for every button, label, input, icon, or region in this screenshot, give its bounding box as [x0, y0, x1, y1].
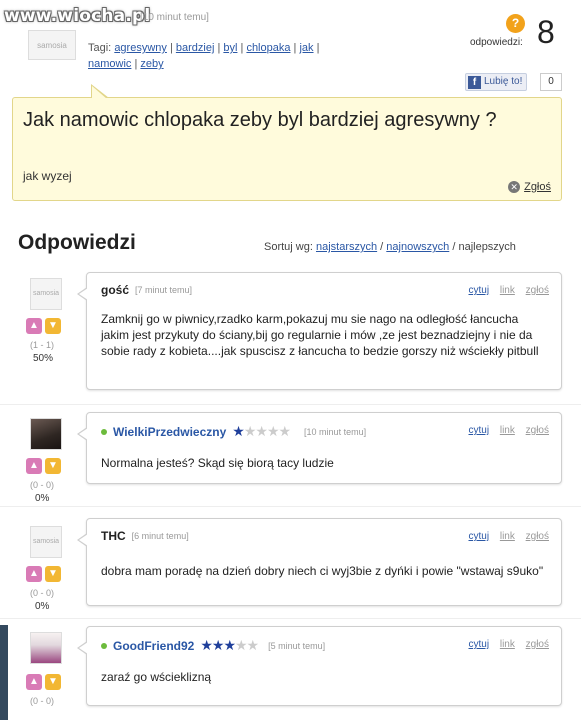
- quote-link[interactable]: cytuj: [469, 531, 490, 542]
- thumb-down-icon[interactable]: ▼: [45, 674, 61, 690]
- rank-stars: ★★★★★: [232, 423, 291, 439]
- answer-card: THC [6 minut temu] cytuj link zgłoś dobr…: [77, 518, 562, 606]
- thumb-up-icon[interactable]: ▲: [26, 458, 42, 474]
- report-link[interactable]: zgłoś: [526, 285, 549, 296]
- sort-label: Sortuj wg:: [264, 241, 313, 253]
- answer-text: Normalna jesteś? Skąd się biorą tacy lud…: [101, 456, 334, 470]
- avatar: samosia: [30, 278, 62, 310]
- answers-count-label: odpowiedzi:: [470, 37, 523, 48]
- tag-link[interactable]: chlopaka: [246, 42, 290, 54]
- thumb-down-icon[interactable]: ▼: [45, 318, 61, 334]
- answer-card: WielkiPrzedwieczny ★★★★★ [10 minut temu]…: [77, 412, 562, 484]
- report-link[interactable]: zgłoś: [526, 425, 549, 436]
- report-label: Zgłoś: [524, 181, 551, 193]
- thumb-down-icon[interactable]: ▼: [45, 458, 61, 474]
- permalink-link[interactable]: link: [500, 425, 515, 436]
- online-status-icon: [101, 428, 107, 435]
- tag-link[interactable]: agresywny: [114, 42, 167, 54]
- sort-bar: Sortuj wg: najstarszych / najnowszych / …: [264, 241, 516, 253]
- vote-percent: 50%: [33, 353, 54, 364]
- vote-buttons: ▲ ▼: [26, 566, 61, 582]
- vote-tally: (0 - 0): [30, 480, 55, 490]
- vote-buttons: ▲ ▼: [26, 458, 61, 474]
- tag-link[interactable]: namowic: [88, 58, 131, 70]
- report-question-button[interactable]: ✕ Zgłoś: [508, 181, 551, 193]
- like-label: Lubię to!: [484, 76, 523, 87]
- report-link[interactable]: zgłoś: [526, 531, 549, 542]
- vote-percent: 0%: [35, 601, 50, 612]
- answer-time: [10 minut temu]: [304, 426, 367, 437]
- answer-text: zaraź go wścieklizną: [101, 670, 212, 684]
- vote-tally: (1 - 1): [30, 340, 55, 350]
- quote-link[interactable]: cytuj: [469, 639, 490, 650]
- answers-heading: Odpowiedzi: [18, 231, 136, 254]
- answer-author[interactable]: gość: [101, 283, 129, 297]
- page-edge: [0, 625, 8, 720]
- thumb-down-icon[interactable]: ▼: [45, 566, 61, 582]
- vote-buttons: ▲ ▼: [26, 318, 61, 334]
- avatar: [30, 418, 62, 450]
- tag-link[interactable]: jak: [299, 42, 313, 54]
- sort-newest-link[interactable]: najnowszych: [386, 241, 449, 253]
- divider: [0, 618, 581, 619]
- permalink-link[interactable]: link: [500, 639, 515, 650]
- answer-card: GoodFriend92 ★★★★★ [5 minut temu] cytuj …: [77, 626, 562, 706]
- answer-author[interactable]: THC: [101, 529, 126, 543]
- avatar: samosia: [30, 526, 62, 558]
- question-time: [10 minut temu]: [140, 12, 209, 23]
- vote-tally: (0 - 0): [30, 588, 55, 598]
- tag-link[interactable]: zeby: [140, 58, 163, 70]
- question-title: Jak namowic chlopaka zeby byl bardziej a…: [23, 109, 497, 131]
- answer-text: dobra mam poradę na dzień dobry niech ci…: [101, 564, 544, 578]
- answer-time: [5 minut temu]: [268, 640, 326, 651]
- quote-link[interactable]: cytuj: [469, 425, 490, 436]
- tag-link[interactable]: bardziej: [176, 42, 215, 54]
- divider: [0, 506, 581, 507]
- report-link[interactable]: zgłoś: [526, 639, 549, 650]
- asker-avatar: samosia: [28, 30, 76, 60]
- sort-best-label[interactable]: najlepszych: [458, 241, 515, 253]
- answer-time: [7 minut temu]: [135, 285, 193, 295]
- question-mark-icon: ?: [506, 14, 525, 33]
- answer-text: Zamknij go w piwnicy,rzadko karm,pokazuj…: [101, 312, 539, 358]
- permalink-link[interactable]: link: [500, 285, 515, 296]
- vote-buttons: ▲ ▼: [26, 674, 61, 690]
- sort-oldest-link[interactable]: najstarszych: [316, 241, 377, 253]
- tags-label: Tagi:: [88, 42, 112, 54]
- question-box: Jak namowic chlopaka zeby byl bardziej a…: [12, 84, 562, 201]
- avatar: [30, 632, 62, 664]
- answers-count: 8: [537, 14, 555, 50]
- question-body: jak wyzej: [23, 169, 72, 183]
- watermark: www.wiocha.pl: [4, 6, 151, 26]
- answer-time: [6 minut temu]: [131, 531, 189, 541]
- online-status-icon: [101, 642, 107, 649]
- vote-percent: 0%: [35, 493, 50, 504]
- divider: [0, 404, 581, 405]
- thumb-up-icon[interactable]: ▲: [26, 566, 42, 582]
- answer-author[interactable]: WielkiPrzedwieczny: [113, 425, 226, 439]
- answer-card: gość [7 minut temu] cytuj link zgłoś Zam…: [77, 272, 562, 390]
- like-count: 0: [540, 73, 562, 91]
- facebook-icon: f: [468, 75, 481, 89]
- thumb-up-icon[interactable]: ▲: [26, 674, 42, 690]
- close-circle-icon: ✕: [508, 181, 521, 193]
- thumb-up-icon[interactable]: ▲: [26, 318, 42, 334]
- permalink-link[interactable]: link: [500, 531, 515, 542]
- rank-stars: ★★★★★: [200, 637, 259, 653]
- tag-list: Tagi: agresywny | bardziej | byl | chlop…: [88, 42, 320, 70]
- tag-link[interactable]: byl: [223, 42, 237, 54]
- answer-author[interactable]: GoodFriend92: [113, 639, 194, 653]
- vote-tally: (0 - 0): [30, 696, 55, 706]
- facebook-like-button[interactable]: f Lubię to!: [465, 73, 528, 91]
- quote-link[interactable]: cytuj: [469, 285, 490, 296]
